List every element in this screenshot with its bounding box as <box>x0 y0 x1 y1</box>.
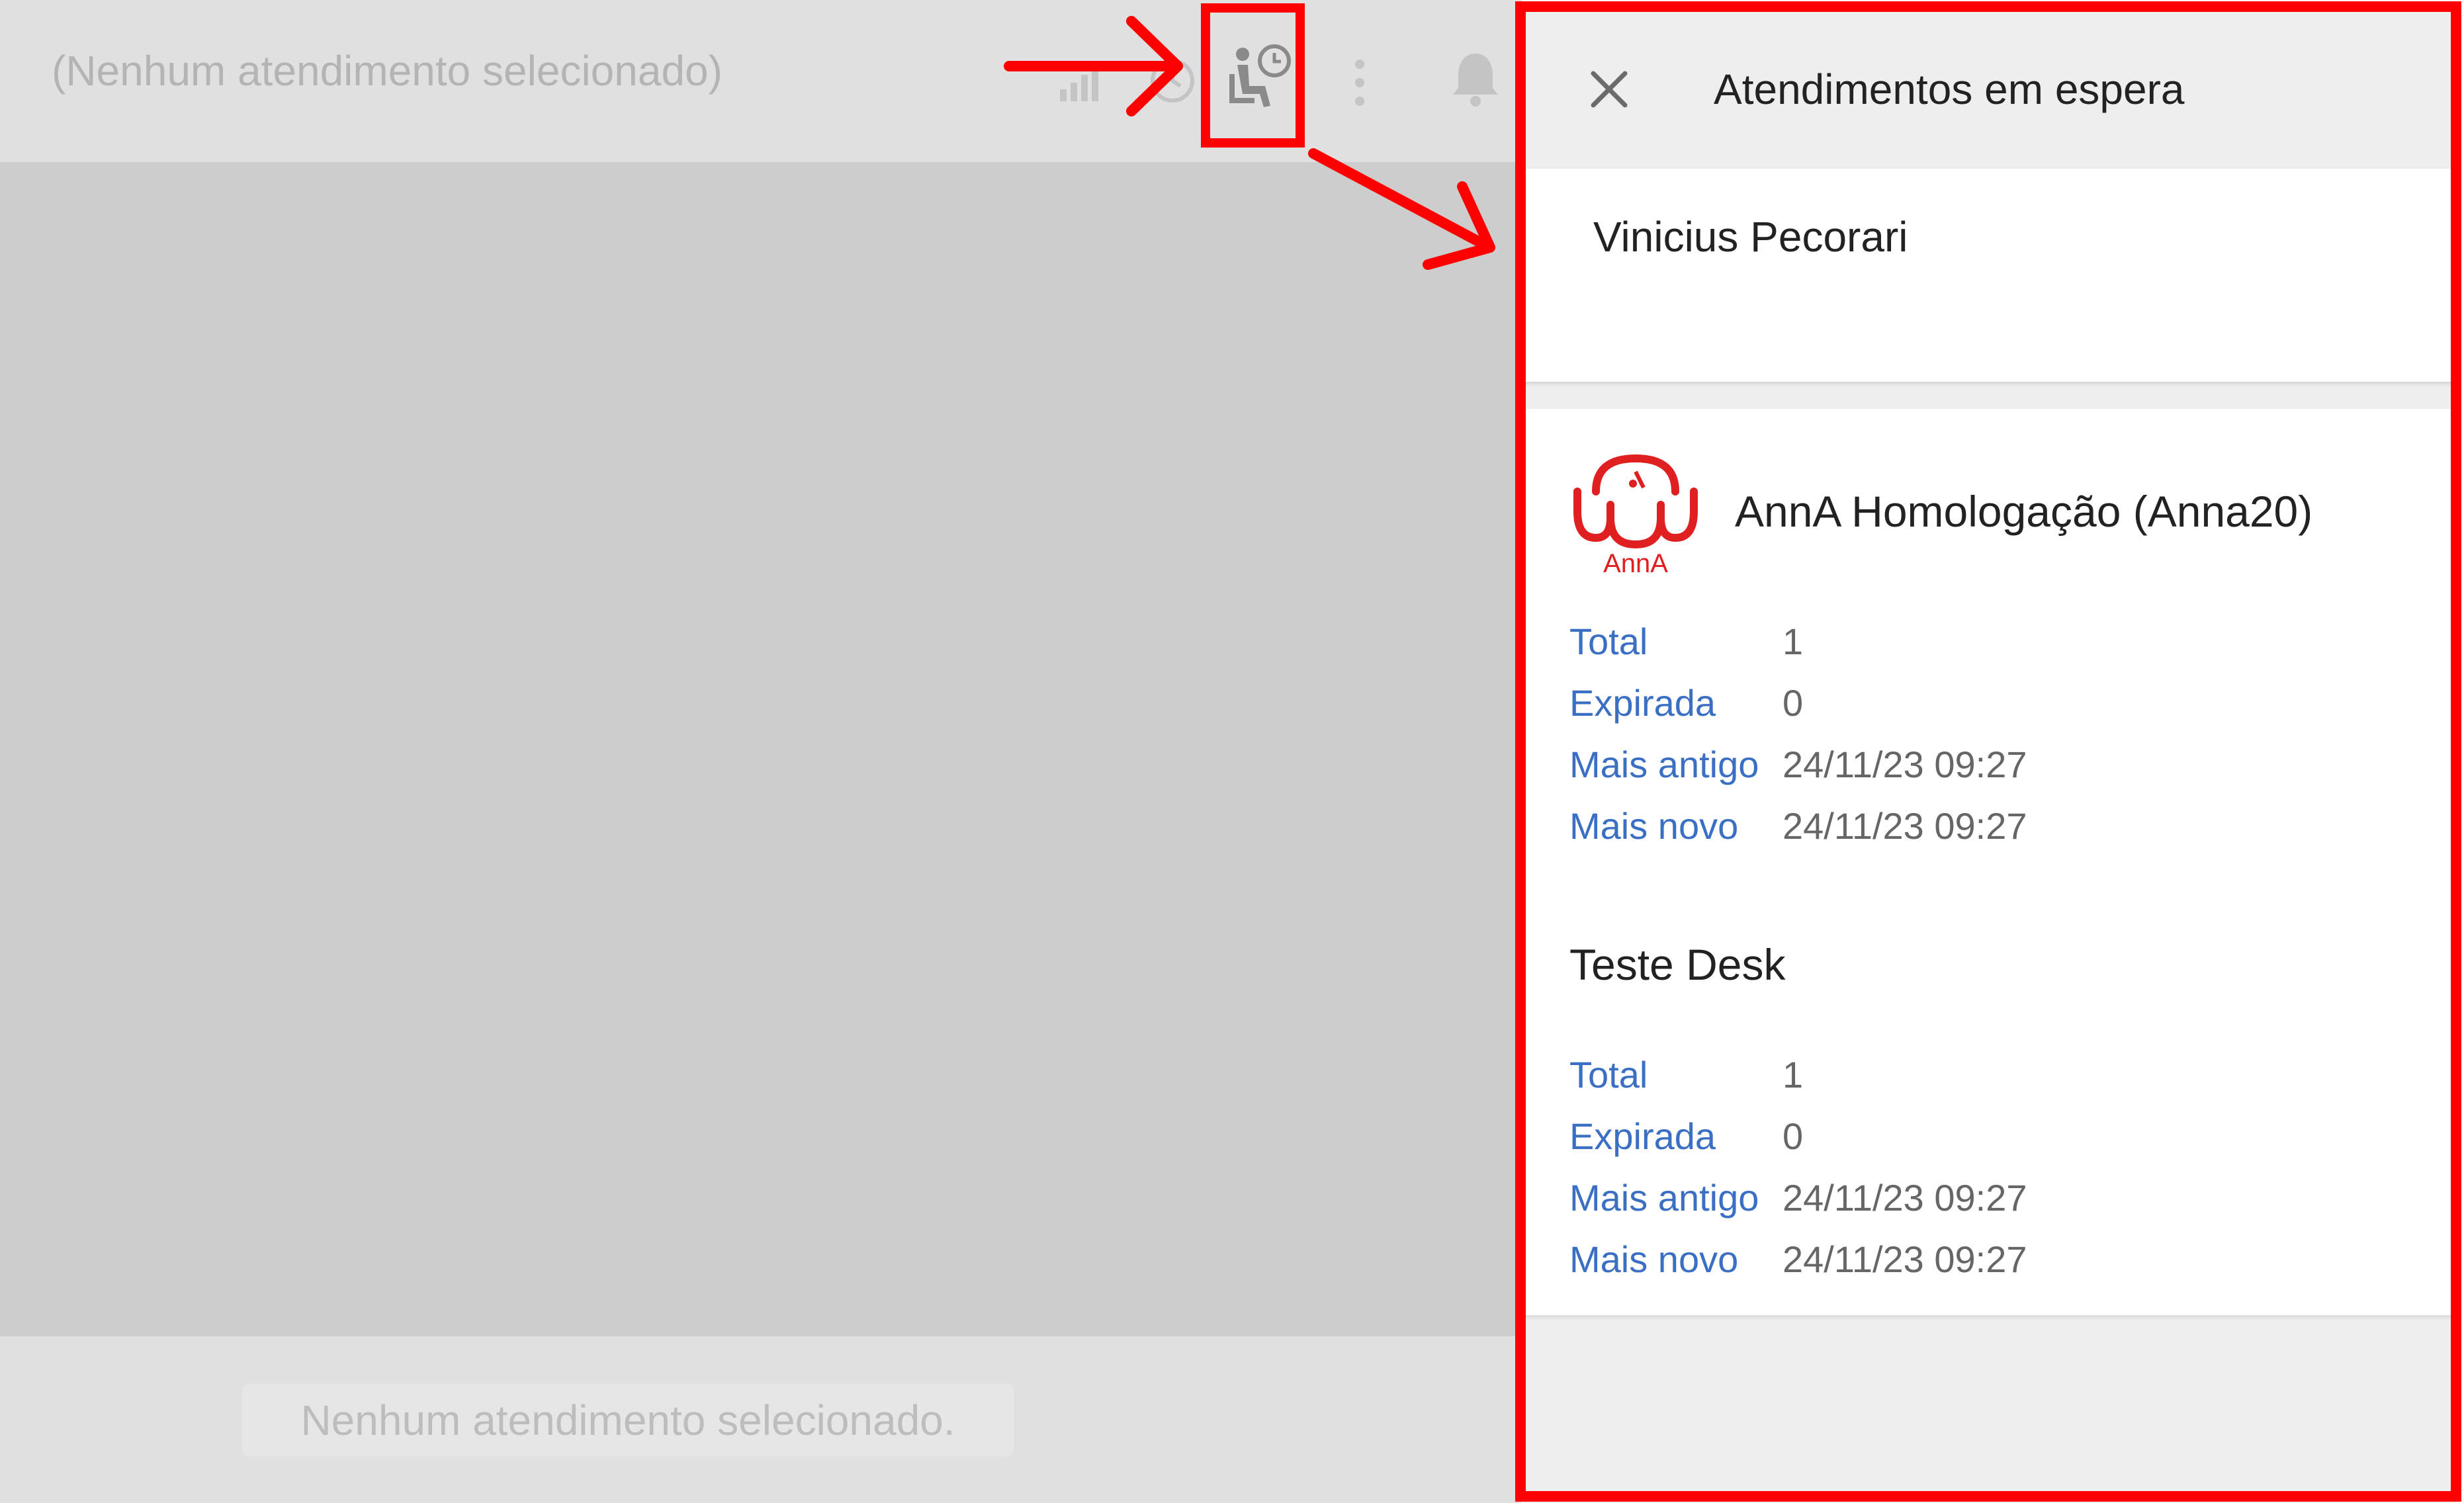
stat-label: Mais antigo <box>1569 1177 1759 1219</box>
stat-label: Total <box>1569 1054 1648 1095</box>
stat-value: 1 <box>1782 621 1804 662</box>
queue-item[interactable]: AnnA AnnA Homologação (Anna20) Total 1 E… <box>1569 445 2430 857</box>
user-name: Vinicius Pecorari <box>1593 213 1908 261</box>
queue-list: AnnA AnnA Homologação (Anna20) Total 1 E… <box>1523 409 2456 1315</box>
panel-title: Atendimentos em espera <box>1714 65 2185 113</box>
queue-header: AnnA AnnA Homologação (Anna20) <box>1569 445 2430 578</box>
stat-total: Total 1 <box>1569 611 2430 672</box>
panel-header: Atendimentos em espera <box>1523 7 2456 169</box>
stat-label: Mais antigo <box>1569 744 1759 785</box>
stat-label: Mais novo <box>1569 1238 1739 1280</box>
stat-label: Expirada <box>1569 682 1716 724</box>
stat-value: 0 <box>1782 1115 1804 1157</box>
queue-item[interactable]: Teste Desk Total 1 Expirada 0 Mais antig… <box>1569 922 2430 1290</box>
stat-label: Expirada <box>1569 1115 1716 1157</box>
stat-newest: Mais novo 24/11/23 09:27 <box>1569 1228 2430 1290</box>
stat-expired: Expirada 0 <box>1569 1105 2430 1167</box>
empty-chat-message: Nenhum atendimento selecionado. <box>242 1384 1014 1457</box>
stat-total: Total 1 <box>1569 1044 2430 1105</box>
stat-oldest: Mais antigo 24/11/23 09:27 <box>1569 734 2430 795</box>
stat-value: 24/11/23 09:27 <box>1782 744 2027 785</box>
anna-logo-text: AnnA <box>1603 549 1668 578</box>
stat-oldest: Mais antigo 24/11/23 09:27 <box>1569 1167 2430 1228</box>
waiting-panel: Atendimentos em espera Vinicius Pecorari… <box>1523 7 2456 1503</box>
stat-value: 24/11/23 09:27 <box>1782 1238 2027 1280</box>
stat-value: 1 <box>1782 1054 1804 1095</box>
stat-value: 24/11/23 09:27 <box>1782 1177 2027 1219</box>
bell-icon[interactable] <box>1442 45 1509 111</box>
stat-newest: Mais novo 24/11/23 09:27 <box>1569 795 2430 857</box>
stat-value: 24/11/23 09:27 <box>1782 805 2027 847</box>
stat-value: 0 <box>1782 682 1804 724</box>
chat-messages-area <box>0 162 1522 1336</box>
stat-label: Total <box>1569 621 1648 662</box>
queue-stats: Total 1 Expirada 0 Mais antigo 24/11/23 … <box>1569 1044 2430 1290</box>
user-card: Vinicius Pecorari <box>1523 169 2456 382</box>
queue-header: Teste Desk <box>1569 922 2430 1008</box>
queue-stats: Total 1 Expirada 0 Mais antigo 24/11/23 … <box>1569 611 2430 857</box>
stat-label: Mais novo <box>1569 805 1739 847</box>
anna-logo: AnnA <box>1569 445 1702 578</box>
signal-icon[interactable] <box>1059 63 1105 103</box>
more-vertical-icon[interactable] <box>1337 53 1383 112</box>
close-icon[interactable] <box>1583 63 1636 116</box>
clock-icon[interactable] <box>1146 54 1199 107</box>
annotation-highlight-box <box>1201 3 1305 148</box>
queue-name: AnnA Homologação (Anna20) <box>1735 487 2313 536</box>
queue-name: Teste Desk <box>1569 940 1786 989</box>
stat-expired: Expirada 0 <box>1569 672 2430 734</box>
chat-header-title: (Nenhum atendimento selecionado) <box>52 47 723 95</box>
